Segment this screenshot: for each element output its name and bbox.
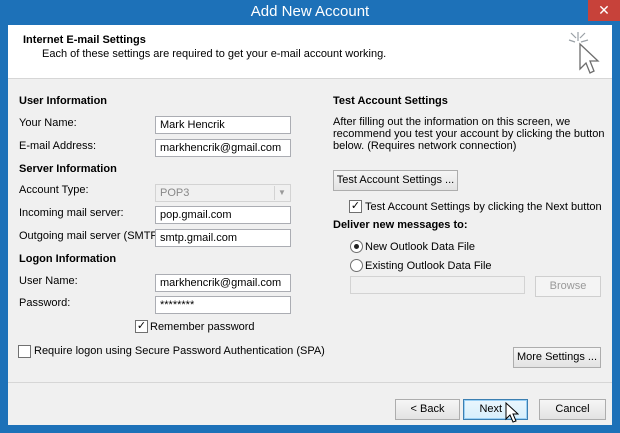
test-settings-heading: Test Account Settings: [333, 95, 448, 107]
spa-checkbox[interactable]: [18, 345, 31, 358]
existing-data-file-radio[interactable]: [350, 259, 363, 272]
title-bar[interactable]: Add New Account ✕: [0, 0, 620, 24]
cancel-button[interactable]: Cancel: [539, 399, 606, 420]
more-settings-button[interactable]: More Settings ...: [513, 347, 601, 368]
sparkle-cursor-icon: [568, 32, 600, 74]
your-name-input[interactable]: Mark Hencrik: [155, 116, 291, 134]
test-description-line-2: recommend you test your account by click…: [333, 128, 605, 140]
test-description-line-3: below. (Requires network connection): [333, 140, 517, 152]
back-button[interactable]: < Back: [395, 399, 460, 420]
account-type-value: POP3: [160, 187, 190, 199]
dialog-header: Internet E-mail Settings Each of these s…: [8, 25, 612, 79]
close-icon: ✕: [598, 2, 610, 18]
window-title: Add New Account: [250, 3, 370, 20]
logon-info-heading: Logon Information: [19, 253, 117, 265]
add-new-account-window: Add New Account ✕ Internet E-mail Settin…: [0, 0, 620, 433]
outgoing-server-input[interactable]: smtp.gmail.com: [155, 229, 291, 247]
user-info-heading: User Information: [19, 95, 108, 107]
new-data-file-label[interactable]: New Outlook Data File: [365, 241, 475, 253]
user-name-input[interactable]: markhencrik@gmail.com: [155, 274, 291, 292]
header-title: Internet E-mail Settings: [23, 34, 146, 46]
password-label: Password:: [19, 297, 71, 309]
footer-divider: [8, 382, 612, 383]
test-description-line-1: After filling out the information on thi…: [333, 116, 571, 128]
server-info-heading: Server Information: [19, 163, 117, 175]
existing-data-file-path: [350, 276, 525, 294]
header-subtitle: Each of these settings are required to g…: [42, 48, 387, 60]
deliver-heading: Deliver new messages to:: [333, 219, 468, 231]
user-name-label: User Name:: [19, 275, 78, 287]
account-type-select: POP3 ▼: [155, 184, 291, 202]
password-input[interactable]: ********: [155, 296, 291, 314]
close-button[interactable]: ✕: [588, 0, 620, 21]
your-name-label: Your Name:: [19, 117, 77, 129]
email-address-input[interactable]: markhencrik@gmail.com: [155, 139, 291, 157]
outgoing-server-label: Outgoing mail server (SMTP):: [19, 230, 165, 242]
email-address-label: E-mail Address:: [19, 140, 97, 152]
mouse-pointer-icon: [505, 402, 519, 423]
auto-test-label[interactable]: Test Account Settings by clicking the Ne…: [365, 201, 602, 213]
checkmark-icon: ✓: [350, 200, 361, 212]
browse-button: Browse: [535, 276, 601, 297]
spa-label[interactable]: Require logon using Secure Password Auth…: [34, 345, 325, 357]
chevron-down-icon: ▼: [274, 186, 289, 200]
remember-password-label[interactable]: Remember password: [150, 321, 255, 333]
account-type-label: Account Type:: [19, 184, 89, 196]
auto-test-checkbox[interactable]: ✓: [349, 200, 362, 213]
checkmark-icon: ✓: [136, 320, 147, 332]
dialog-body: Internet E-mail Settings Each of these s…: [8, 25, 612, 425]
existing-data-file-label[interactable]: Existing Outlook Data File: [365, 260, 492, 272]
incoming-server-label: Incoming mail server:: [19, 207, 124, 219]
incoming-server-input[interactable]: pop.gmail.com: [155, 206, 291, 224]
remember-password-checkbox[interactable]: ✓: [135, 320, 148, 333]
new-data-file-radio[interactable]: [350, 240, 363, 253]
test-account-settings-button[interactable]: Test Account Settings ...: [333, 170, 458, 191]
